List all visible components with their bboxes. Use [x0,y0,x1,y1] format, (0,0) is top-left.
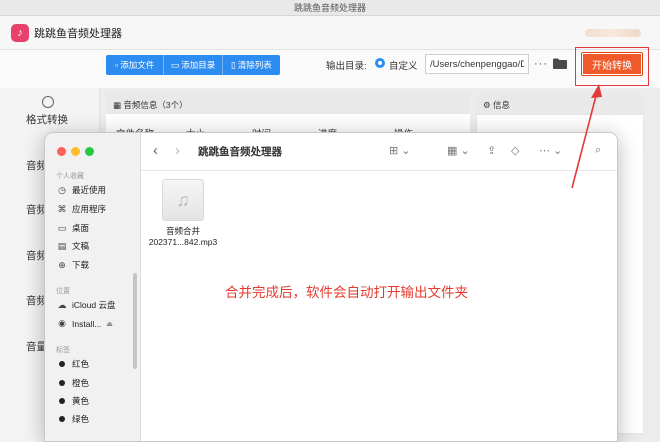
annotation-arrow [571,84,602,189]
